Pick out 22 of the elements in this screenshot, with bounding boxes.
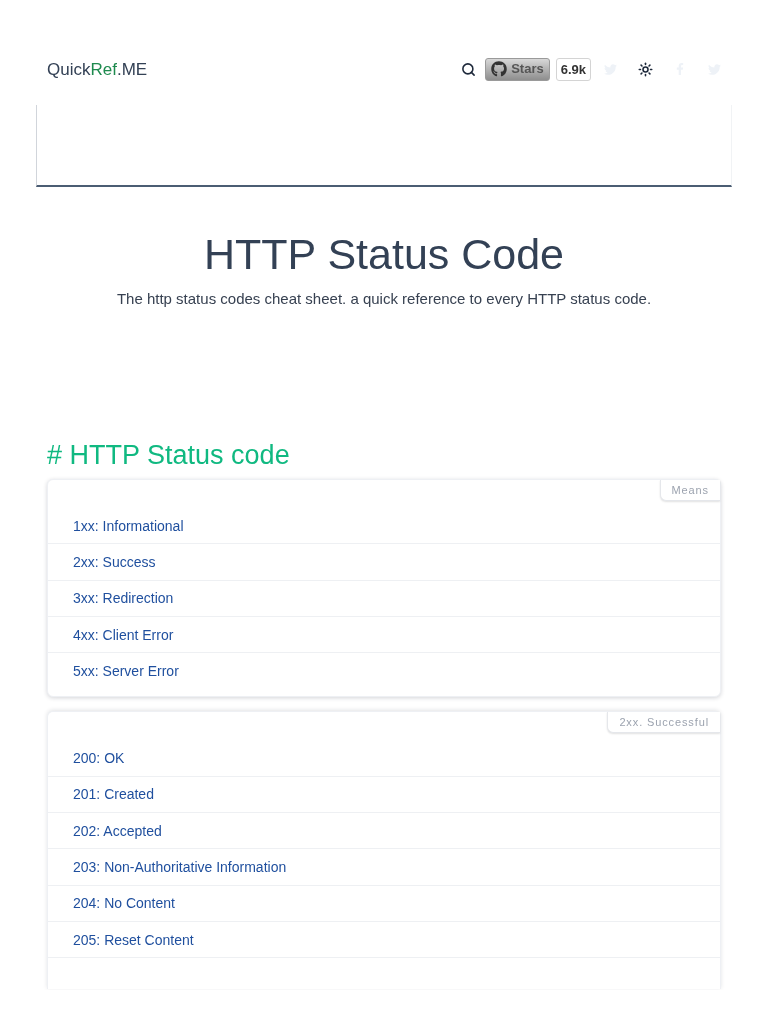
github-stars-button[interactable]: Stars <box>485 57 550 81</box>
status-code-link[interactable]: 200: OK <box>73 751 125 766</box>
status-code-link[interactable]: 205: Reset Content <box>73 932 194 947</box>
card-tag-label: Means <box>659 480 720 501</box>
stars-count[interactable]: 6.9k <box>555 57 591 81</box>
status-code-link[interactable]: 3xx: Redirection <box>73 591 174 606</box>
card-tag-label: 2xx. Successful <box>607 712 720 734</box>
status-code-link[interactable]: 201: Created <box>73 787 154 802</box>
status-code-link[interactable]: 204: No Content <box>73 896 175 911</box>
status-code-link[interactable]: 1xx: Informational <box>73 518 184 533</box>
status-code-link[interactable]: 4xx: Client Error <box>73 627 174 642</box>
status-code-link[interactable]: 5xx: Server Error <box>73 664 179 679</box>
github-icon <box>491 61 508 77</box>
status-code-link[interactable]: 2xx: Success <box>73 554 156 569</box>
page-title: HTTP Status Code <box>203 229 565 280</box>
page-subtitle: The http status codes cheat sheet. a quick reference to every HTTP status code. <box>116 289 652 309</box>
status-code-link[interactable]: 203: Non-Authoritative Information <box>73 860 287 874</box>
status-code-link[interactable]: 202: Accepted <box>73 823 162 838</box>
theme-toggle-icon[interactable] <box>638 61 653 77</box>
search-icon[interactable] <box>461 61 477 77</box>
site-logo[interactable]: QuickRef.ME <box>47 60 148 78</box>
section-heading: # HTTP Status code <box>47 439 290 472</box>
